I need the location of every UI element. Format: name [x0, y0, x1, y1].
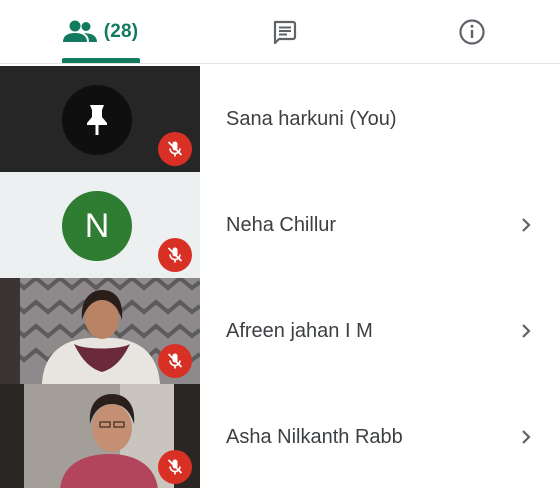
tab-selected-indicator [62, 58, 140, 63]
chevron-right-icon[interactable] [514, 319, 538, 343]
participant-name: Neha Chillur [226, 213, 337, 236]
chat-icon [273, 20, 297, 45]
participant-tile [0, 278, 200, 384]
participant-row[interactable]: Sana harkuni (You) [0, 66, 560, 172]
mic-off-icon [167, 459, 183, 475]
participant-row[interactable]: Asha Nilkanth Rabb [0, 384, 560, 488]
mic-off-icon [167, 353, 183, 369]
participant-tile [0, 66, 200, 172]
participant-name: Sana harkuni (You) [226, 107, 397, 130]
mic-off-icon [167, 247, 183, 263]
participant-tile [0, 384, 200, 488]
mic-off-badge [158, 344, 192, 378]
participant-row[interactable]: Afreen jahan I M [0, 278, 560, 384]
tab-info[interactable] [412, 0, 532, 64]
people-icon [62, 20, 97, 42]
avatar [62, 85, 132, 155]
participant-count: (28) [103, 21, 139, 42]
chevron-right-icon[interactable] [514, 425, 538, 449]
tab-bar: (28) [0, 0, 560, 64]
chevron-right-icon[interactable] [514, 213, 538, 237]
avatar-letter: N [84, 206, 110, 245]
mic-off-badge [158, 132, 192, 166]
mic-off-badge [158, 238, 192, 272]
mic-off-icon [167, 141, 183, 157]
info-icon [459, 19, 485, 45]
participant-name: Afreen jahan I M [226, 319, 373, 342]
avatar: N [62, 191, 132, 261]
tab-people[interactable]: (28) [30, 0, 170, 64]
participant-name: Asha Nilkanth Rabb [226, 425, 403, 448]
participant-tile: N [0, 172, 200, 278]
participant-list: Sana harkuni (You) N Neha Chillur Afreen… [0, 66, 560, 488]
pin-icon [87, 105, 107, 135]
participant-row[interactable]: N Neha Chillur [0, 172, 560, 278]
tab-chat[interactable] [224, 0, 344, 64]
mic-off-badge [158, 450, 192, 484]
